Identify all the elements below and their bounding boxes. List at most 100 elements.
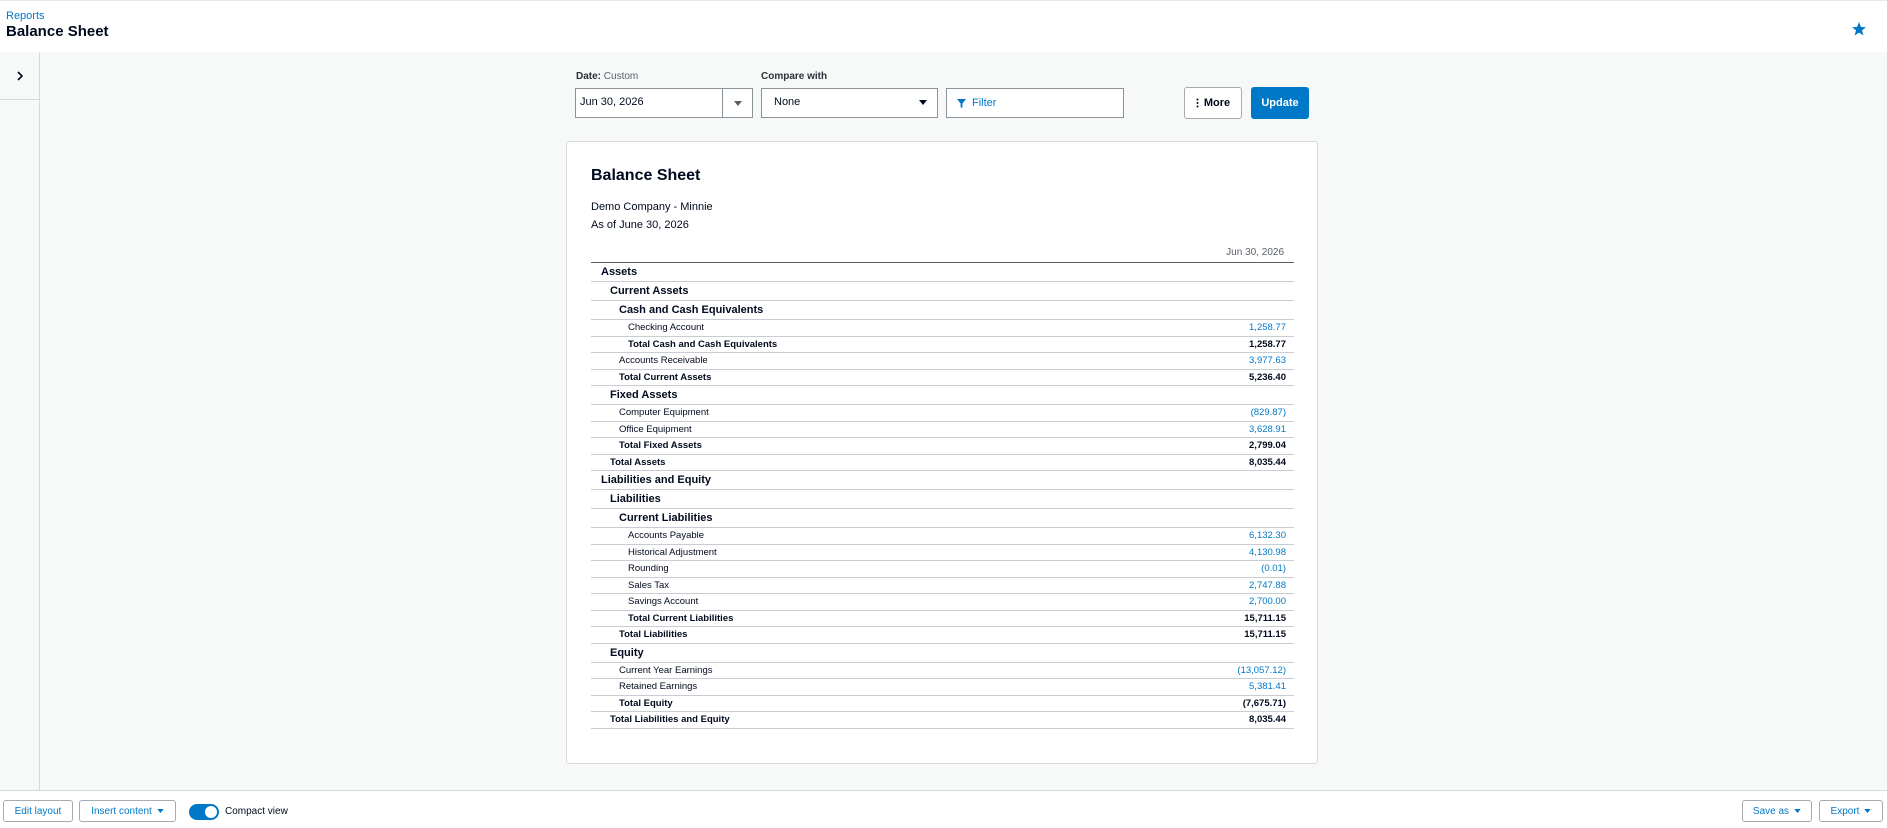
account-row: Retained Earnings 5,381.41 <box>591 679 1294 696</box>
row-amount[interactable]: (13,057.12) <box>1119 662 1294 679</box>
row-amount <box>1119 282 1294 301</box>
more-button[interactable]: More <box>1184 87 1242 119</box>
page-title: Balance Sheet <box>6 23 109 40</box>
row-amount[interactable]: (829.87) <box>1119 405 1294 422</box>
row-label: Liabilities and Equity <box>601 474 712 486</box>
account-row: Accounts Receivable 3,977.63 <box>591 353 1294 370</box>
export-button[interactable]: Export <box>1819 800 1883 822</box>
row-amount: (7,675.71) <box>1242 697 1286 709</box>
row-amount: 1,258.77 <box>1249 338 1286 350</box>
row-label: Assets <box>601 266 638 278</box>
more-label: More <box>1203 97 1231 109</box>
section-header-row: Current Assets <box>591 282 1294 301</box>
report-title: Balance Sheet <box>591 167 701 184</box>
total-row: Total Fixed Assets 2,799.04 <box>591 438 1294 454</box>
insert-content-label: Insert content <box>91 805 152 817</box>
row-amount[interactable]: 3,977.63 <box>1119 353 1294 370</box>
account-row: Computer Equipment (829.87) <box>591 405 1294 422</box>
account-row: Checking Account 1,258.77 <box>591 320 1294 337</box>
report-company: Demo Company - Minnie <box>591 201 713 213</box>
account-row: Office Equipment 3,628.91 <box>591 421 1294 438</box>
row-label: Total Current Liabilities <box>628 612 734 624</box>
row-label: Cash and Cash Equivalents <box>619 304 764 316</box>
total-row: Total Assets 8,035.44 <box>591 454 1294 471</box>
star-icon[interactable] <box>1851 21 1867 37</box>
row-label: Fixed Assets <box>610 389 678 401</box>
caret-down-icon <box>157 809 164 813</box>
row-amount: 8,035.44 <box>1249 456 1286 468</box>
row-label: Current Assets <box>610 285 689 297</box>
account-row: Current Year Earnings (13,057.12) <box>591 662 1294 679</box>
report-as-of: As of June 30, 2026 <box>591 219 689 231</box>
section-header-row: Liabilities and Equity <box>591 471 1294 490</box>
row-amount[interactable]: 2,747.88 <box>1119 577 1294 594</box>
section-header-row: Assets <box>591 262 1294 282</box>
total-row: Total Cash and Cash Equivalents 1,258.77 <box>591 336 1294 353</box>
row-label: Equity <box>610 646 644 659</box>
row-amount <box>1119 471 1294 490</box>
row-amount[interactable]: (0.01) <box>1119 561 1294 578</box>
compare-value: None <box>774 96 801 108</box>
row-label: Total Assets <box>610 456 666 468</box>
filter-button[interactable]: Filter <box>946 88 1124 118</box>
save-as-label: Save as <box>1752 805 1790 817</box>
account-row: Historical Adjustment 4,130.98 <box>591 544 1294 561</box>
row-label: Accounts Receivable <box>619 355 708 367</box>
account-row: Savings Account 2,700.00 <box>591 594 1294 611</box>
row-amount[interactable]: 6,132.30 <box>1119 528 1294 545</box>
edit-layout-button[interactable]: Edit layout <box>3 800 73 822</box>
compact-view-label: Compact view <box>225 806 288 817</box>
row-amount[interactable]: 3,628.91 <box>1119 421 1294 438</box>
row-label: Savings Account <box>628 596 699 608</box>
section-header-row: Equity <box>591 643 1294 662</box>
total-row: Total Equity (7,675.71) <box>591 695 1294 712</box>
row-label: Computer Equipment <box>619 407 709 419</box>
chevron-right-icon <box>17 70 24 81</box>
insert-content-button[interactable]: Insert content <box>79 800 176 822</box>
row-amount[interactable]: 5,381.41 <box>1119 679 1294 696</box>
date-picker-button[interactable] <box>722 88 753 118</box>
row-amount <box>1119 490 1294 509</box>
row-label: Current Year Earnings <box>619 664 713 676</box>
report-card: Balance Sheet Demo Company - Minnie As o… <box>566 141 1318 764</box>
breadcrumb-reports[interactable]: Reports <box>6 10 45 22</box>
row-label: Historical Adjustment <box>628 546 717 558</box>
row-label: Total Cash and Cash Equivalents <box>628 338 778 350</box>
row-label: Sales Tax <box>628 579 670 591</box>
section-header-row: Cash and Cash Equivalents <box>591 301 1294 320</box>
row-amount <box>1119 509 1294 528</box>
save-as-button[interactable]: Save as <box>1742 800 1812 822</box>
column-header: Jun 30, 2026 <box>1226 247 1284 258</box>
row-amount[interactable]: 2,700.00 <box>1119 594 1294 611</box>
caret-down-icon <box>1864 809 1872 813</box>
row-amount[interactable]: 1,258.77 <box>1119 320 1294 337</box>
row-amount: 5,236.40 <box>1249 371 1286 383</box>
row-amount <box>1119 263 1294 282</box>
row-label: Total Current Assets <box>619 371 712 383</box>
row-amount: 8,035.44 <box>1249 714 1286 726</box>
section-header-row: Fixed Assets <box>591 386 1294 405</box>
row-amount: 2,799.04 <box>1249 440 1286 452</box>
compact-view-toggle[interactable] <box>189 804 219 820</box>
update-button[interactable]: Update <box>1251 87 1309 119</box>
compare-select[interactable]: None <box>761 88 938 118</box>
row-label: Office Equipment <box>619 423 692 435</box>
sidebar-expand-button[interactable] <box>0 52 40 100</box>
caret-down-icon <box>919 100 927 105</box>
report-content-area: Date: Custom Jun 30, 2026 Compare with N… <box>0 52 1887 790</box>
row-amount: 15,711.15 <box>1244 612 1286 624</box>
toggle-knob <box>205 806 217 818</box>
row-label: Checking Account <box>628 322 705 334</box>
row-label: Total Liabilities and Equity <box>610 714 730 726</box>
section-header-row: Current Liabilities <box>591 509 1294 528</box>
report-table: Assets Current Assets Cash and Cash Equiva… <box>591 262 1294 729</box>
total-row: Total Current Liabilities 15,711.15 <box>591 610 1294 627</box>
caret-down-icon <box>733 100 742 106</box>
filter-label: Filter <box>972 97 997 109</box>
compare-label: Compare with <box>761 71 828 82</box>
row-label: Total Fixed Assets <box>619 440 702 452</box>
row-amount <box>1119 301 1294 320</box>
row-amount[interactable]: 4,130.98 <box>1119 544 1294 561</box>
row-label: Retained Earnings <box>619 681 698 693</box>
row-label: Liabilities <box>610 493 661 505</box>
